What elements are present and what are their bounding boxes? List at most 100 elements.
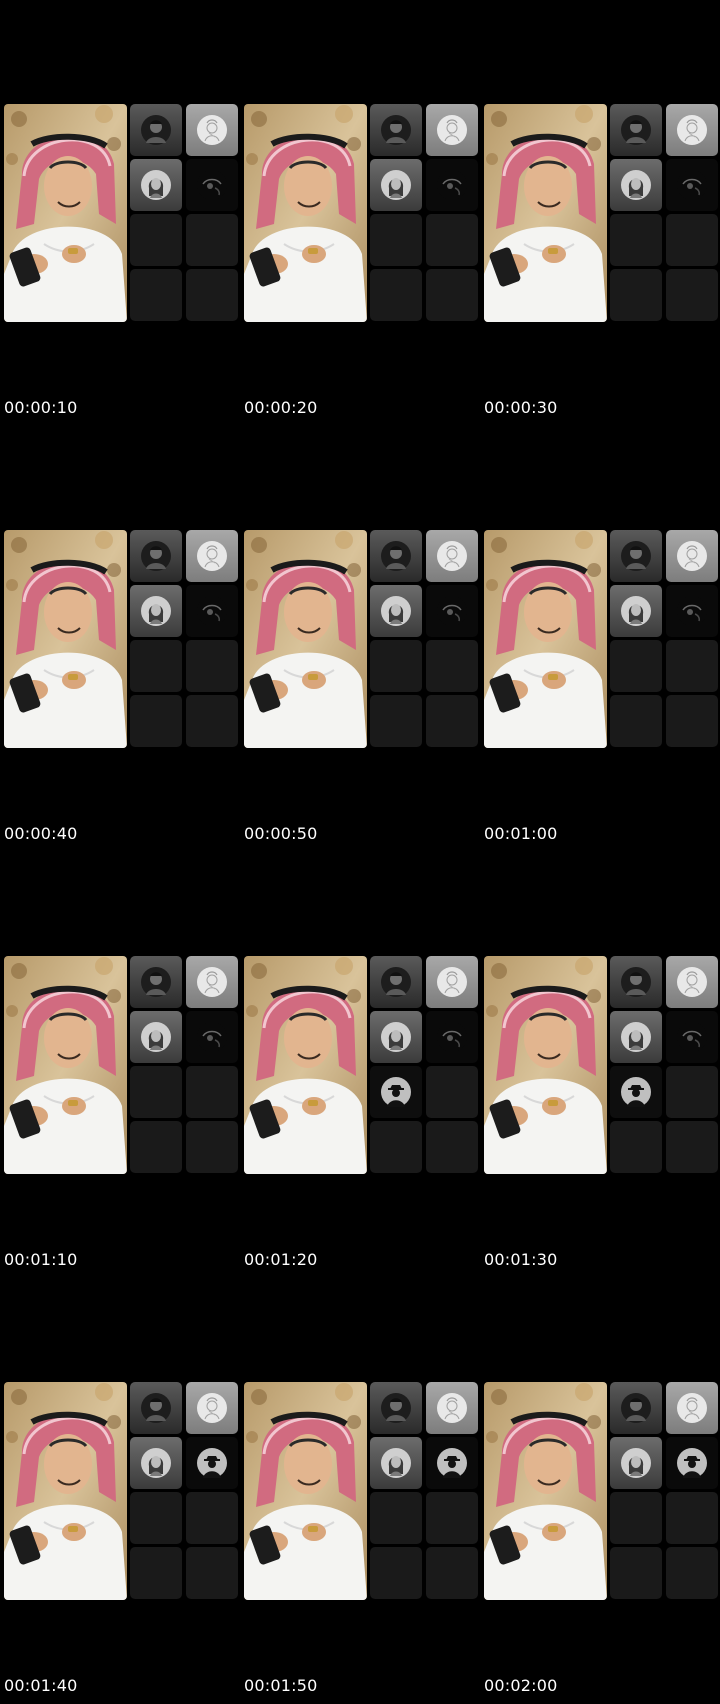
video-frame bbox=[484, 530, 718, 748]
participant-tile[interactable] bbox=[610, 1382, 662, 1434]
empty-participant-tile bbox=[186, 640, 238, 692]
sketch-avatar-icon bbox=[197, 115, 227, 145]
participant-tile[interactable] bbox=[186, 585, 238, 637]
participant-tile[interactable] bbox=[426, 1437, 478, 1489]
participant-tile[interactable] bbox=[666, 530, 718, 582]
person-video-icon bbox=[244, 530, 367, 748]
participant-tile[interactable] bbox=[186, 104, 238, 156]
participant-tile[interactable] bbox=[186, 956, 238, 1008]
participant-tile[interactable] bbox=[610, 956, 662, 1008]
frame-timestamp: 00:01:40 bbox=[4, 1676, 78, 1695]
main-video-thumbnail bbox=[484, 1382, 607, 1600]
participant-tile[interactable] bbox=[130, 1437, 182, 1489]
participant-tile[interactable] bbox=[610, 104, 662, 156]
empty-participant-tile bbox=[186, 1492, 238, 1544]
video-frame bbox=[484, 956, 718, 1174]
female-avatar-icon bbox=[141, 170, 171, 200]
person-video-icon bbox=[484, 956, 607, 1174]
participant-tile[interactable] bbox=[370, 1382, 422, 1434]
female-avatar-icon bbox=[621, 170, 651, 200]
person-video-icon bbox=[4, 530, 127, 748]
participant-tile[interactable] bbox=[370, 1437, 422, 1489]
participant-tile[interactable] bbox=[666, 1437, 718, 1489]
participant-tile[interactable] bbox=[186, 1011, 238, 1063]
frame-cell: 00:00:20 bbox=[240, 0, 480, 426]
female-avatar-icon bbox=[621, 1448, 651, 1478]
participant-tile[interactable] bbox=[666, 1011, 718, 1063]
participant-tile[interactable] bbox=[370, 1066, 422, 1118]
main-video-thumbnail bbox=[244, 1382, 367, 1600]
video-frame bbox=[4, 956, 238, 1174]
empty-participant-tile bbox=[426, 269, 478, 321]
participant-tile[interactable] bbox=[130, 530, 182, 582]
sketch-avatar-icon bbox=[677, 541, 707, 571]
dark-avatar-icon bbox=[677, 1022, 707, 1052]
empty-participant-tile bbox=[130, 214, 182, 266]
participant-tile[interactable] bbox=[426, 530, 478, 582]
frame-timestamp: 00:00:50 bbox=[244, 824, 318, 843]
participant-tile[interactable] bbox=[426, 585, 478, 637]
participant-tile[interactable] bbox=[186, 1437, 238, 1489]
empty-participant-tile bbox=[370, 1547, 422, 1599]
participant-tile[interactable] bbox=[130, 585, 182, 637]
participant-tile[interactable] bbox=[186, 530, 238, 582]
participant-tile[interactable] bbox=[370, 159, 422, 211]
participant-tile[interactable] bbox=[186, 159, 238, 211]
main-video-thumbnail bbox=[4, 956, 127, 1174]
dark-avatar-icon bbox=[677, 170, 707, 200]
empty-participant-tile bbox=[130, 695, 182, 747]
empty-participant-tile bbox=[426, 695, 478, 747]
frame-cell: 00:01:10 bbox=[0, 852, 240, 1278]
empty-participant-tile bbox=[610, 695, 662, 747]
empty-participant-tile bbox=[186, 1547, 238, 1599]
sketch-avatar-icon bbox=[437, 1393, 467, 1423]
participant-tile[interactable] bbox=[370, 1011, 422, 1063]
dark-avatar-icon bbox=[197, 1022, 227, 1052]
participant-tile[interactable] bbox=[610, 159, 662, 211]
empty-participant-tile bbox=[370, 1492, 422, 1544]
participant-tile[interactable] bbox=[426, 956, 478, 1008]
empty-participant-tile bbox=[426, 640, 478, 692]
participant-tile[interactable] bbox=[426, 1382, 478, 1434]
participant-tile[interactable] bbox=[610, 1066, 662, 1118]
participant-tile[interactable] bbox=[426, 1011, 478, 1063]
participant-tile[interactable] bbox=[610, 530, 662, 582]
sketch-avatar-icon bbox=[437, 967, 467, 997]
shadow-figure-icon bbox=[381, 1077, 411, 1107]
male-avatar-icon bbox=[141, 1393, 171, 1423]
empty-participant-tile bbox=[426, 1547, 478, 1599]
frame-timestamp: 00:00:30 bbox=[484, 398, 558, 417]
participant-tile[interactable] bbox=[666, 104, 718, 156]
frame-cell: 00:00:50 bbox=[240, 426, 480, 852]
participant-tile[interactable] bbox=[186, 1382, 238, 1434]
participant-tile[interactable] bbox=[666, 1382, 718, 1434]
participant-tile[interactable] bbox=[130, 956, 182, 1008]
participant-tile[interactable] bbox=[426, 159, 478, 211]
video-frame bbox=[4, 104, 238, 322]
person-video-icon bbox=[484, 104, 607, 322]
person-video-icon bbox=[4, 956, 127, 1174]
participant-tile[interactable] bbox=[666, 956, 718, 1008]
participant-tile[interactable] bbox=[370, 585, 422, 637]
participant-tile[interactable] bbox=[130, 1382, 182, 1434]
dark-avatar-icon bbox=[677, 596, 707, 626]
participant-tile[interactable] bbox=[426, 104, 478, 156]
participant-tile[interactable] bbox=[610, 1437, 662, 1489]
participant-tile[interactable] bbox=[130, 159, 182, 211]
empty-participant-tile bbox=[426, 1121, 478, 1173]
empty-participant-tile bbox=[426, 214, 478, 266]
main-video-thumbnail bbox=[244, 530, 367, 748]
participant-tile[interactable] bbox=[610, 1011, 662, 1063]
participant-tile[interactable] bbox=[370, 530, 422, 582]
participant-tile[interactable] bbox=[130, 104, 182, 156]
dark-avatar-icon bbox=[437, 170, 467, 200]
participant-tile[interactable] bbox=[666, 159, 718, 211]
participant-tile[interactable] bbox=[610, 585, 662, 637]
female-avatar-icon bbox=[621, 1022, 651, 1052]
participant-tile[interactable] bbox=[666, 585, 718, 637]
participant-tile[interactable] bbox=[370, 104, 422, 156]
participant-tile[interactable] bbox=[370, 956, 422, 1008]
sketch-avatar-icon bbox=[677, 967, 707, 997]
empty-participant-tile bbox=[186, 269, 238, 321]
participant-tile[interactable] bbox=[130, 1011, 182, 1063]
